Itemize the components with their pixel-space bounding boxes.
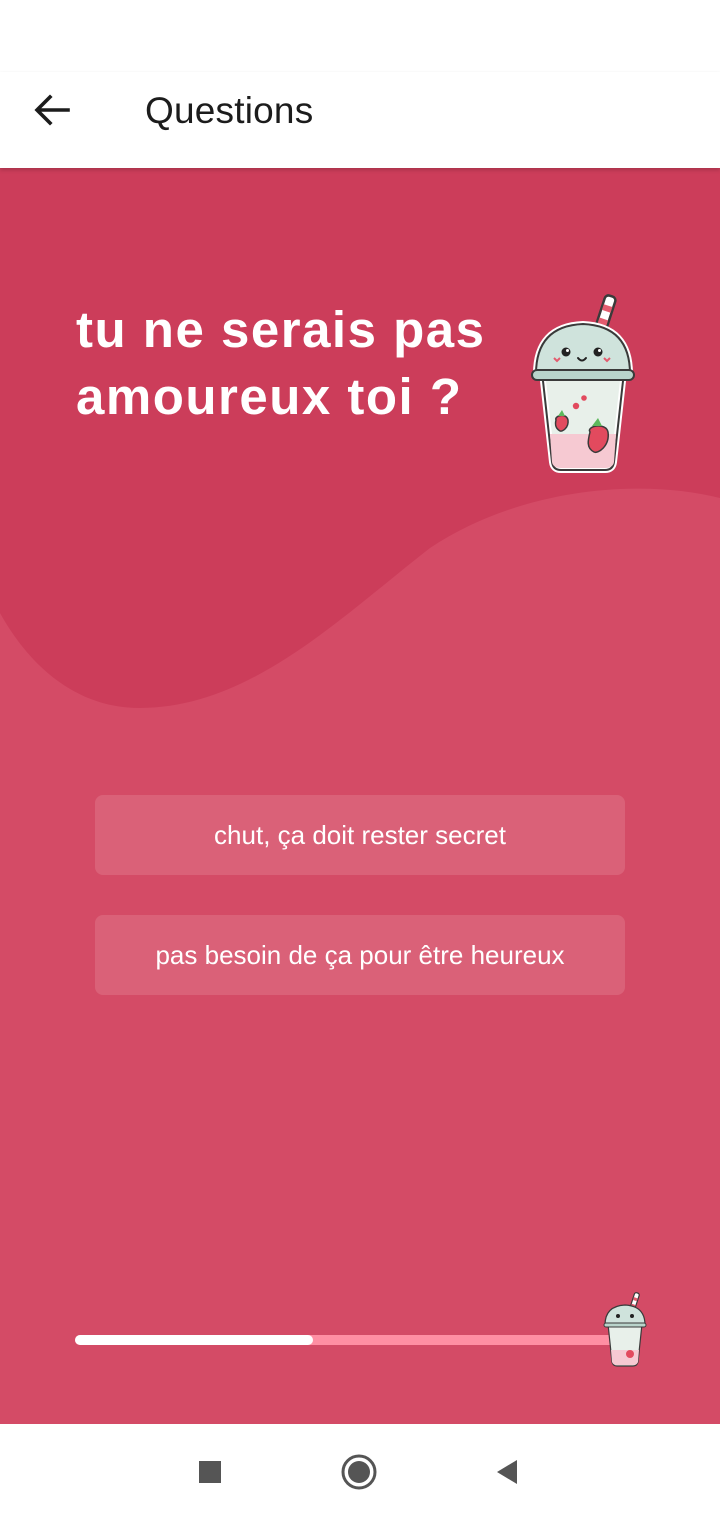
home-circle-icon — [341, 1454, 377, 1490]
answer-option-1-button[interactable]: chut, ça doit rester secret — [95, 795, 625, 875]
milkshake-mascot-illustration — [531, 294, 635, 473]
system-back-button[interactable] — [487, 1452, 527, 1492]
recents-square-icon — [199, 1461, 221, 1483]
system-navigation-bar — [0, 1424, 720, 1520]
arrow-left-icon — [34, 94, 70, 126]
back-button[interactable] — [28, 86, 76, 134]
app-screen: Questions tu ne serais pas amoureux toi … — [0, 0, 720, 1520]
progress-bar-fill — [75, 1335, 313, 1345]
question-screen: tu ne serais pas amoureux toi ? chut, ça… — [0, 168, 720, 1424]
status-bar — [0, 0, 720, 72]
question-text: tu ne serais pas amoureux toi ? — [76, 301, 486, 425]
page-title: Questions — [145, 90, 314, 131]
answer-option-2-button[interactable]: pas besoin de ça pour être heureux — [95, 915, 625, 995]
milkshake-cup-icon — [603, 1292, 647, 1367]
recents-button[interactable] — [190, 1452, 230, 1492]
top-app-bar: Questions — [0, 72, 720, 168]
quiz-progress-bar — [75, 1335, 615, 1345]
back-triangle-icon — [497, 1460, 517, 1484]
home-button[interactable] — [339, 1452, 379, 1492]
